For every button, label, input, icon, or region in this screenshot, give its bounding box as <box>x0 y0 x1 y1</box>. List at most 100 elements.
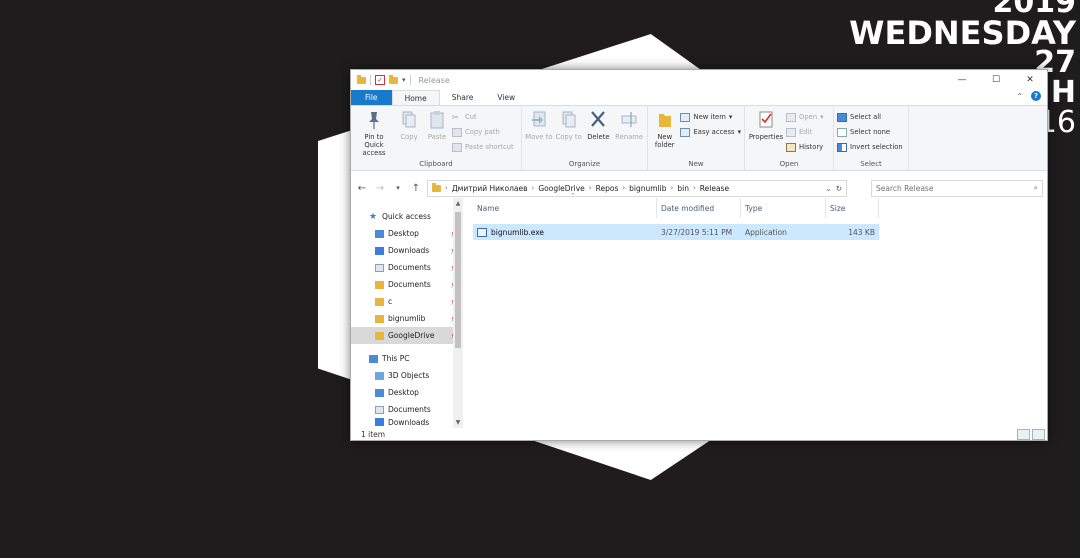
new-item-button[interactable]: New item ▾ <box>680 110 741 124</box>
tab-share[interactable]: Share <box>440 90 486 105</box>
clipboard-group: Pin to Quick access Copy Paste ✂ Cut Copy… <box>351 106 522 170</box>
search-input[interactable] <box>876 183 1016 193</box>
tab-file[interactable]: File <box>351 90 392 105</box>
move-to-button[interactable]: Move to <box>525 109 553 141</box>
rename-icon <box>621 112 637 127</box>
breadcrumb-repos[interactable]: Repos <box>596 184 619 193</box>
column-header-date[interactable]: Date modified <box>657 198 741 218</box>
copy-to-button[interactable]: Copy to <box>555 109 583 141</box>
close-button[interactable]: ✕ <box>1013 70 1047 90</box>
back-arrow-icon[interactable]: ← <box>355 183 369 194</box>
select-none-button[interactable]: Select none <box>837 125 903 139</box>
ribbon: Pin to Quick access Copy Paste ✂ Cut Copy… <box>351 105 1047 171</box>
tab-home[interactable]: Home <box>391 90 440 105</box>
nav-item-3d-objects[interactable]: 3D Objects <box>351 367 463 384</box>
help-icon[interactable]: ? <box>1031 91 1041 101</box>
address-bar[interactable]: › Дмитрий Николаев › GoogleDrive › Repos… <box>427 179 847 197</box>
large-icons-view-icon[interactable] <box>1032 429 1045 440</box>
paste-button[interactable]: Paste <box>424 109 450 157</box>
nav-item-googledrive[interactable]: GoogleDrive 📌 <box>351 327 463 344</box>
refresh-icon[interactable]: ↻ <box>836 184 842 193</box>
customize-toolbar-chevron-icon[interactable]: ▾ <box>402 76 406 84</box>
breadcrumb-bignumlib[interactable]: bignumlib <box>629 184 666 193</box>
nav-item-pc-desktop[interactable]: Desktop <box>351 384 463 401</box>
tab-view[interactable]: View <box>485 90 527 105</box>
nav-item-pc-downloads[interactable]: Downloads <box>351 418 463 426</box>
nav-item-documents[interactable]: Documents 📌 <box>351 259 463 276</box>
search-box[interactable]: ⌕ <box>871 179 1043 197</box>
maximize-button[interactable]: ☐ <box>979 70 1013 90</box>
item-count: 1 item <box>361 429 386 439</box>
nav-scrollbar[interactable]: ▲ ▼ <box>453 198 463 428</box>
address-history-chevron-icon[interactable]: ⌄ <box>825 184 831 193</box>
history-button[interactable]: History <box>786 140 824 154</box>
invert-selection-button[interactable]: Invert selection <box>837 140 903 154</box>
open-icon <box>786 112 796 122</box>
folder-icon <box>375 280 384 289</box>
title-bar[interactable]: ✓ ▾ Release — ☐ ✕ <box>351 70 1047 90</box>
select-group: Select all Select none Invert selection … <box>834 106 909 170</box>
collapse-ribbon-chevron-icon[interactable]: ⌃ <box>1016 92 1023 101</box>
address-bar-controls: ⌄ ↻ <box>825 184 842 193</box>
paste-shortcut-button[interactable]: Paste shortcut <box>452 140 514 154</box>
column-header-type[interactable]: Type <box>741 198 826 218</box>
search-icon[interactable]: ⌕ <box>1034 183 1038 193</box>
scroll-down-arrow-icon[interactable]: ▼ <box>453 419 463 426</box>
scrollbar-thumb[interactable] <box>455 212 461 348</box>
forward-arrow-icon[interactable]: → <box>373 183 387 194</box>
scroll-up-arrow-icon[interactable]: ▲ <box>453 200 463 207</box>
new-folder-button[interactable]: New folder <box>651 109 678 149</box>
documents-folder-icon <box>375 405 384 414</box>
nav-item-documents-2[interactable]: Documents 📌 <box>351 276 463 293</box>
up-arrow-icon[interactable]: ↑ <box>409 183 423 194</box>
column-header-name[interactable]: Name <box>473 198 657 218</box>
ribbon-tabs: File Home Share View ⌃ ? <box>351 90 1047 105</box>
chevron-right-icon[interactable]: › <box>671 184 674 192</box>
minimize-button[interactable]: — <box>945 70 979 90</box>
chevron-right-icon[interactable]: › <box>693 184 696 192</box>
easy-access-button[interactable]: Easy access ▾ <box>680 125 741 139</box>
chevron-right-icon[interactable]: › <box>589 184 592 192</box>
folder-icon <box>375 314 384 323</box>
chevron-right-icon[interactable]: › <box>532 184 535 192</box>
clipboard-group-label: Clipboard <box>419 160 453 168</box>
copy-path-button[interactable]: Copy path <box>452 125 514 139</box>
nav-this-pc[interactable]: This PC <box>351 350 463 367</box>
recent-locations-chevron-icon[interactable]: ▾ <box>391 184 405 192</box>
breadcrumb-release[interactable]: Release <box>700 184 729 193</box>
details-view-icon[interactable] <box>1017 429 1030 440</box>
open-button[interactable]: Open ▾ <box>786 110 824 124</box>
chevron-right-icon[interactable]: › <box>622 184 625 192</box>
select-group-label: Select <box>860 160 882 168</box>
nav-item-downloads[interactable]: Downloads 📌 <box>351 242 463 259</box>
new-folder-icon[interactable] <box>389 74 398 84</box>
nav-item-pc-documents[interactable]: Documents <box>351 401 463 418</box>
edit-button[interactable]: Edit <box>786 125 824 139</box>
breadcrumb-googledrive[interactable]: GoogleDrive <box>538 184 584 193</box>
chevron-right-icon[interactable]: › <box>445 184 448 192</box>
history-icon <box>786 142 796 152</box>
paste-shortcut-icon <box>452 142 462 152</box>
nav-quick-access[interactable]: ★ Quick access <box>351 208 463 225</box>
select-all-button[interactable]: Select all <box>837 110 903 124</box>
column-header-size[interactable]: Size <box>826 198 879 218</box>
breadcrumb-bin[interactable]: bin <box>677 184 689 193</box>
breadcrumb-user[interactable]: Дмитрий Николаев <box>452 184 528 193</box>
rename-button[interactable]: Rename <box>614 109 644 141</box>
copy-to-icon <box>562 111 576 128</box>
quick-access-toolbar: ✓ ▾ Release <box>351 74 450 85</box>
nav-item-bignumlib[interactable]: bignumlib 📌 <box>351 310 463 327</box>
pin-to-quick-access-button[interactable]: Pin to Quick access <box>354 109 394 157</box>
cut-button[interactable]: ✂ Cut <box>452 110 514 124</box>
delete-button[interactable]: Delete <box>585 109 613 141</box>
file-date-cell: 3/27/2019 5:11 PM <box>661 227 733 237</box>
copy-button[interactable]: Copy <box>396 109 422 157</box>
select-small-buttons: Select all Select none Invert selection <box>837 109 903 154</box>
select-none-icon <box>837 127 847 137</box>
properties-check-icon[interactable]: ✓ <box>375 75 385 85</box>
nav-item-c[interactable]: c 📌 <box>351 293 463 310</box>
table-row[interactable]: bignumlib.exe 3/27/2019 5:11 PM Applicat… <box>473 224 879 240</box>
properties-icon <box>759 111 773 128</box>
nav-item-desktop[interactable]: Desktop 📌 <box>351 225 463 242</box>
properties-button[interactable]: Properties <box>748 109 784 154</box>
